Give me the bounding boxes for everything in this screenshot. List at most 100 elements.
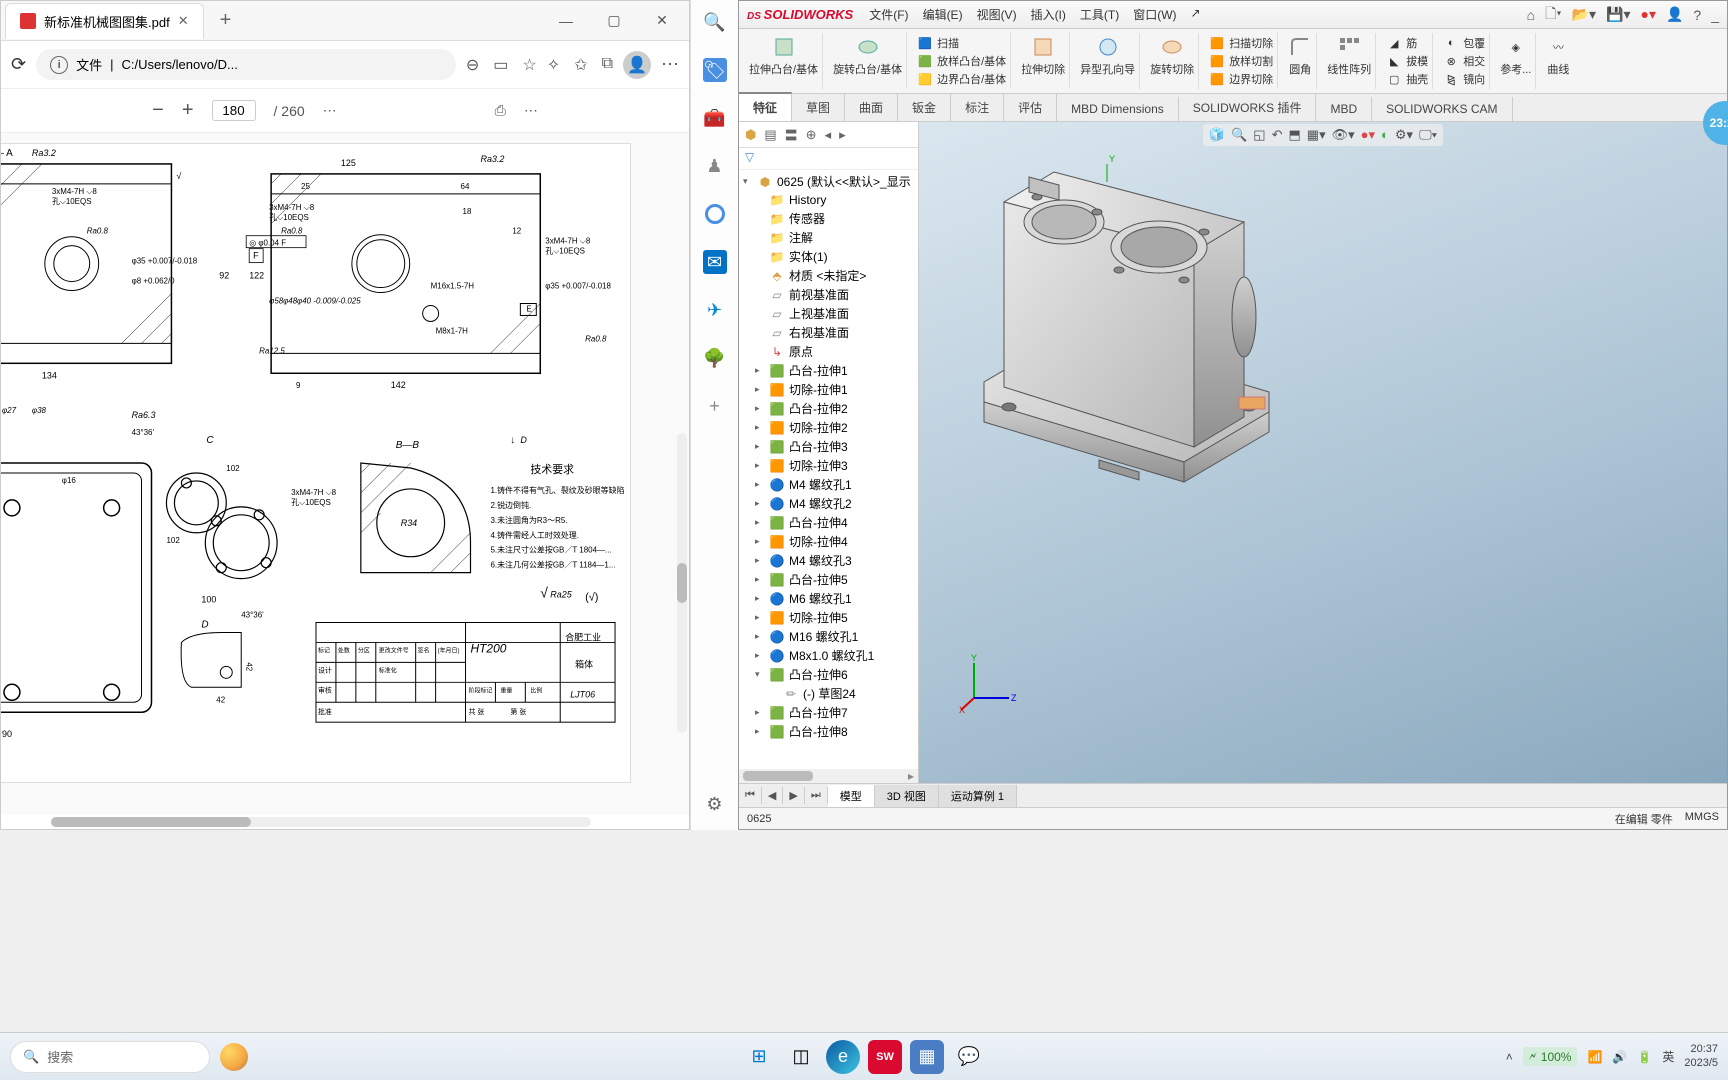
- tree-item[interactable]: ▸🔵M8x1.0 螺纹孔1: [739, 646, 918, 665]
- taskbar-clock[interactable]: 20:37 2023/5: [1684, 1043, 1718, 1069]
- games-icon[interactable]: ♟: [703, 154, 727, 178]
- rib-icon[interactable]: ◢: [1386, 35, 1402, 51]
- edge-taskbar-icon[interactable]: e: [826, 1040, 860, 1074]
- status-units[interactable]: MMGS: [1685, 811, 1719, 827]
- horizontal-scrollbar[interactable]: [51, 817, 591, 827]
- bottom-tab-model[interactable]: 模型: [828, 785, 875, 807]
- wechat-taskbar-icon[interactable]: 💬: [952, 1040, 986, 1074]
- record-icon[interactable]: ●▾: [1640, 6, 1655, 23]
- tree-tab-prev-icon[interactable]: ◂: [825, 127, 832, 143]
- bottom-tab-3dview[interactable]: 3D 视图: [875, 785, 939, 807]
- screen-icon[interactable]: 🖵▾: [1419, 127, 1437, 143]
- settings-icon[interactable]: ⚙: [703, 792, 727, 816]
- tree-item[interactable]: ↳原点: [739, 342, 918, 361]
- tree-item[interactable]: ✏(-) 草图24: [739, 684, 918, 703]
- boundary-cut-icon[interactable]: 🟧: [1209, 71, 1225, 87]
- tree-item[interactable]: ▸🔵M16 螺纹孔1: [739, 627, 918, 646]
- view-orient-icon[interactable]: 🧊: [1209, 127, 1225, 143]
- zoom-area-icon[interactable]: ◱: [1253, 127, 1265, 143]
- sweep-cut-icon[interactable]: 🟧: [1209, 35, 1225, 51]
- menu-insert[interactable]: 插入(I): [1031, 6, 1066, 23]
- profile-avatar[interactable]: 👤: [623, 51, 651, 79]
- tree-item[interactable]: ▸🟧切除-拉伸1: [739, 380, 918, 399]
- collections-icon[interactable]: ⧉: [602, 55, 613, 75]
- favorites-bar-icon[interactable]: ✩: [574, 55, 587, 75]
- zoom-in-button[interactable]: +: [182, 99, 194, 122]
- extensions-icon[interactable]: ✧: [547, 55, 560, 75]
- tree-item[interactable]: ▸🟧切除-拉伸3: [739, 456, 918, 475]
- last-icon[interactable]: ⏭: [805, 787, 828, 804]
- close-window-button[interactable]: ✕: [639, 5, 685, 37]
- pdf-tool-icon-2[interactable]: ⋯: [524, 102, 538, 119]
- search-icon[interactable]: 🔍: [703, 10, 727, 34]
- mirror-icon[interactable]: ⧎: [1443, 71, 1459, 87]
- tab-cam[interactable]: SOLIDWORKS CAM: [1372, 97, 1512, 121]
- taskbar-weather[interactable]: [220, 1043, 248, 1071]
- scene-icon[interactable]: ◐: [1381, 127, 1389, 143]
- zoom-out-button[interactable]: −: [152, 99, 164, 122]
- loft-boss-icon[interactable]: 🟩: [917, 53, 933, 69]
- extrude-boss-icon[interactable]: [772, 35, 796, 59]
- appearance-icon[interactable]: ●▾: [1361, 127, 1375, 143]
- prev-view-icon[interactable]: ↶: [1272, 127, 1283, 143]
- next-icon[interactable]: ▶: [783, 787, 804, 804]
- telegram-icon[interactable]: ✈: [703, 298, 727, 322]
- intersect-icon[interactable]: ⊗: [1443, 53, 1459, 69]
- tools-icon[interactable]: 🧰: [703, 106, 727, 130]
- save-icon[interactable]: 💾▾: [1606, 6, 1630, 23]
- tree-item[interactable]: 📁实体(1): [739, 247, 918, 266]
- tab-annotate[interactable]: 标注: [951, 94, 1004, 121]
- taskbar-search[interactable]: 🔍 搜索: [10, 1041, 210, 1073]
- pdf-tool-icon[interactable]: ⎙: [495, 102, 506, 119]
- min-icon[interactable]: _: [1711, 7, 1719, 23]
- tree-item[interactable]: ▸🟧切除-拉伸4: [739, 532, 918, 551]
- favorite-icon[interactable]: ☆: [522, 55, 536, 75]
- browser-tab[interactable]: 新标准机械图图集.pdf ✕: [5, 3, 204, 39]
- tree-item[interactable]: ▸🟩凸台-拉伸1: [739, 361, 918, 380]
- tree-filter[interactable]: ▽: [739, 148, 918, 170]
- menu-window[interactable]: 窗口(W): [1133, 6, 1176, 23]
- ref-geo-icon[interactable]: ◈: [1504, 35, 1528, 59]
- revolve-boss-icon[interactable]: [856, 35, 880, 59]
- menu-expand-icon[interactable]: ↗: [1191, 6, 1201, 23]
- power-icon[interactable]: 🔋: [1637, 1050, 1652, 1064]
- section-view-icon[interactable]: ⬒: [1289, 127, 1301, 143]
- m365-icon[interactable]: [703, 202, 727, 226]
- help-icon[interactable]: ?: [1693, 7, 1701, 23]
- tree-item[interactable]: ▸🟩凸台-拉伸2: [739, 399, 918, 418]
- tree-item[interactable]: ▸🟩凸台-拉伸7: [739, 703, 918, 722]
- info-icon[interactable]: i: [50, 56, 68, 74]
- tree-item[interactable]: ▸🟩凸台-拉伸3: [739, 437, 918, 456]
- tree-item[interactable]: ▱上视基准面: [739, 304, 918, 323]
- sweep-icon[interactable]: 🟦: [917, 35, 933, 51]
- menu-edit[interactable]: 编辑(E): [923, 6, 963, 23]
- boundary-boss-icon[interactable]: 🟨: [917, 71, 933, 87]
- wifi-icon[interactable]: 📶: [1587, 1050, 1602, 1064]
- tab-mbd[interactable]: MBD: [1316, 97, 1372, 121]
- model-viewport[interactable]: 🧊 🔍 ◱ ↶ ⬒ ▦▾ 👁▾ ●▾ ◐ ⚙▾ 🖵▾: [919, 122, 1727, 783]
- volume-icon[interactable]: 🔊: [1612, 1050, 1627, 1064]
- shopping-icon[interactable]: 🏷: [703, 58, 727, 82]
- address-field[interactable]: i 文件 | C:/Users/lenovo/D...: [36, 49, 456, 80]
- loft-cut-icon[interactable]: 🟧: [1209, 53, 1225, 69]
- tree-item[interactable]: ▸🟩凸台-拉伸5: [739, 570, 918, 589]
- view-settings-icon[interactable]: ⚙▾: [1395, 127, 1413, 143]
- tree-tab-next-icon[interactable]: ▸: [839, 127, 846, 143]
- menu-tools[interactable]: 工具(T): [1080, 6, 1119, 23]
- tree-tab-2-icon[interactable]: ▤: [764, 127, 776, 143]
- fillet-icon[interactable]: [1288, 35, 1312, 59]
- revolve-cut-icon[interactable]: [1160, 35, 1184, 59]
- read-aloud-icon[interactable]: ▭: [493, 55, 508, 75]
- add-sidebar-icon[interactable]: +: [703, 394, 727, 418]
- tree-icon[interactable]: 🌳: [703, 346, 727, 370]
- bottom-tab-motion[interactable]: 运动算例 1: [939, 785, 1017, 807]
- wrap-icon[interactable]: ◐: [1443, 35, 1459, 51]
- linear-pattern-icon[interactable]: [1337, 35, 1361, 59]
- vertical-scrollbar[interactable]: [677, 433, 687, 733]
- task-view-button[interactable]: ◫: [784, 1040, 818, 1074]
- draft-icon[interactable]: ◣: [1386, 53, 1402, 69]
- page-number-input[interactable]: [212, 100, 256, 121]
- tab-sketch[interactable]: 草图: [792, 94, 845, 121]
- tree-item[interactable]: ▸🟩凸台-拉伸8: [739, 722, 918, 741]
- tree-root[interactable]: ▾⬢ 0625 (默认<<默认>_显示: [739, 172, 918, 191]
